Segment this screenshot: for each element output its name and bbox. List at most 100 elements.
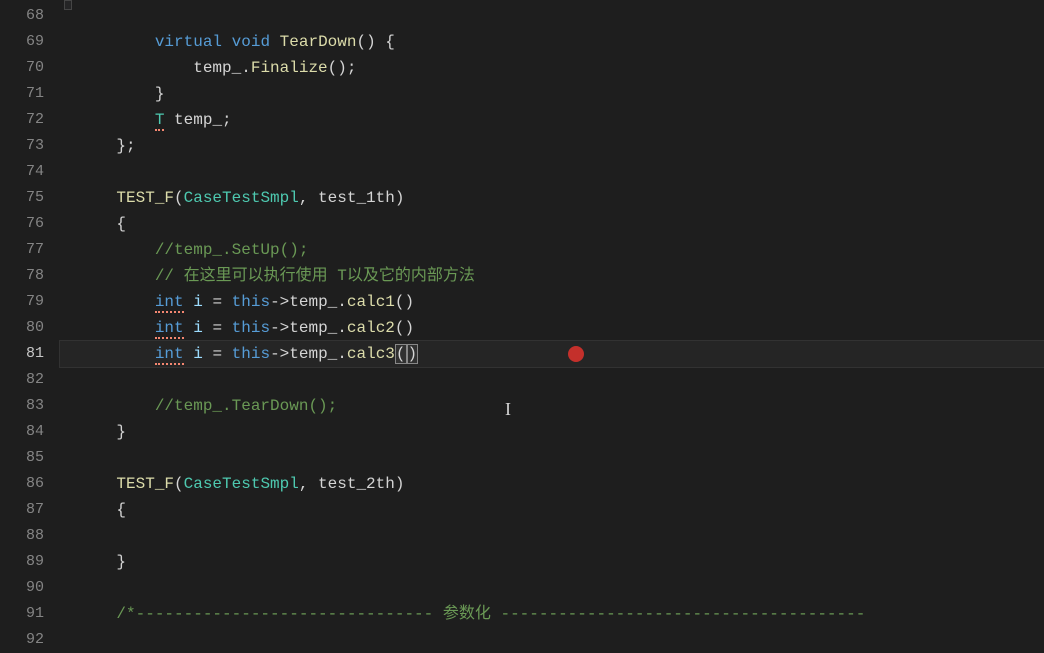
line-number-gutter: 6869707172737475767778798081828384858687… [0,0,60,653]
code-token: () [395,319,414,337]
line-number: 78 [0,263,60,289]
code-line[interactable]: } [60,549,1044,575]
line-number: 89 [0,549,60,575]
code-line[interactable]: } [60,81,1044,107]
code-editor[interactable]: 6869707172737475767778798081828384858687… [0,0,1044,653]
line-number: 86 [0,471,60,497]
code-token: TearDown [280,33,357,51]
code-token: temp_ [289,345,337,363]
code-token: int [155,319,184,339]
code-token: ) [395,189,405,207]
code-line[interactable] [60,159,1044,185]
code-line[interactable]: int i = this->temp_.calc2() [60,315,1044,341]
code-token: this [232,293,270,311]
code-line[interactable] [60,367,1044,393]
line-number: 87 [0,497,60,523]
code-token [78,475,116,493]
line-number: 73 [0,133,60,159]
code-token: CaseTestSmpl [184,189,299,207]
code-token: ) [407,344,419,364]
code-line[interactable]: int i = this->temp_.calc3() [60,341,1044,367]
code-line[interactable]: { [60,497,1044,523]
line-number: 84 [0,419,60,445]
code-token: temp_ [193,59,241,77]
code-line[interactable]: }; [60,133,1044,159]
code-token: calc1 [347,293,395,311]
code-token [78,267,155,285]
code-line[interactable] [60,575,1044,601]
code-token: virtual [155,33,222,51]
code-token: { [78,501,126,519]
code-token [184,319,194,337]
line-number: 76 [0,211,60,237]
code-token: this [232,345,270,363]
code-token: (); [328,59,357,77]
code-token: () { [356,33,394,51]
code-token [78,241,155,259]
code-line[interactable] [60,3,1044,29]
code-token [78,345,155,363]
line-number: 80 [0,315,60,341]
code-line[interactable]: //temp_.SetUp(); [60,237,1044,263]
line-number: 88 [0,523,60,549]
code-token: }; [78,137,136,155]
code-token: calc3 [347,345,395,363]
code-token: ( [174,475,184,493]
code-line[interactable]: } [60,419,1044,445]
code-token: // 在这里可以执行使用 T以及它的内部方法 [155,267,475,285]
code-token: ( [395,344,407,364]
line-number: 75 [0,185,60,211]
code-token: . [337,319,347,337]
code-token [78,397,155,415]
code-token: //temp_.SetUp(); [155,241,309,259]
line-number: 77 [0,237,60,263]
code-token: , [299,475,318,493]
code-token: = [203,319,232,337]
code-token [222,33,232,51]
code-line[interactable]: { [60,211,1044,237]
code-token: , [299,189,318,207]
code-line[interactable]: TEST_F(CaseTestSmpl, test_2th) [60,471,1044,497]
code-token [78,59,193,77]
code-token: () [395,293,414,311]
code-token: //temp_.TearDown(); [155,397,337,415]
code-line[interactable]: // 在这里可以执行使用 T以及它的内部方法 [60,263,1044,289]
code-line[interactable] [60,523,1044,549]
code-line[interactable]: TEST_F(CaseTestSmpl, test_1th) [60,185,1044,211]
code-token: TEST_F [116,475,174,493]
line-number: 83 [0,393,60,419]
code-token [184,293,194,311]
code-line[interactable] [60,445,1044,471]
code-token [78,33,155,51]
code-token: ; [222,111,232,129]
code-token: i [193,345,203,363]
code-content-area[interactable]: virtual void TearDown() { temp_.Finalize… [60,0,1044,653]
code-token: test_1th [318,189,395,207]
line-number: 70 [0,55,60,81]
code-token: temp_ [289,293,337,311]
code-line[interactable] [60,627,1044,653]
code-line[interactable]: virtual void TearDown() { [60,29,1044,55]
code-token: test_2th [318,475,395,493]
code-token: int [155,345,184,365]
code-line[interactable]: T temp_; [60,107,1044,133]
code-token: i [193,293,203,311]
code-token: -> [270,319,289,337]
code-token: Finalize [251,59,328,77]
code-line[interactable]: //temp_.TearDown();I [60,393,1044,419]
line-number: 82 [0,367,60,393]
code-line[interactable]: /*------------------------------- 参数化 --… [60,601,1044,627]
code-line[interactable]: int i = this->temp_.calc1() [60,289,1044,315]
code-token: -> [270,345,289,363]
line-number: 90 [0,575,60,601]
line-number: 71 [0,81,60,107]
line-number: 69 [0,29,60,55]
code-line[interactable]: temp_.Finalize(); [60,55,1044,81]
code-token: temp_ [289,319,337,337]
code-token: T [155,111,165,131]
line-number: 74 [0,159,60,185]
code-token: . [337,293,347,311]
code-token [78,293,155,311]
code-token: TEST_F [116,189,174,207]
code-token [270,33,280,51]
